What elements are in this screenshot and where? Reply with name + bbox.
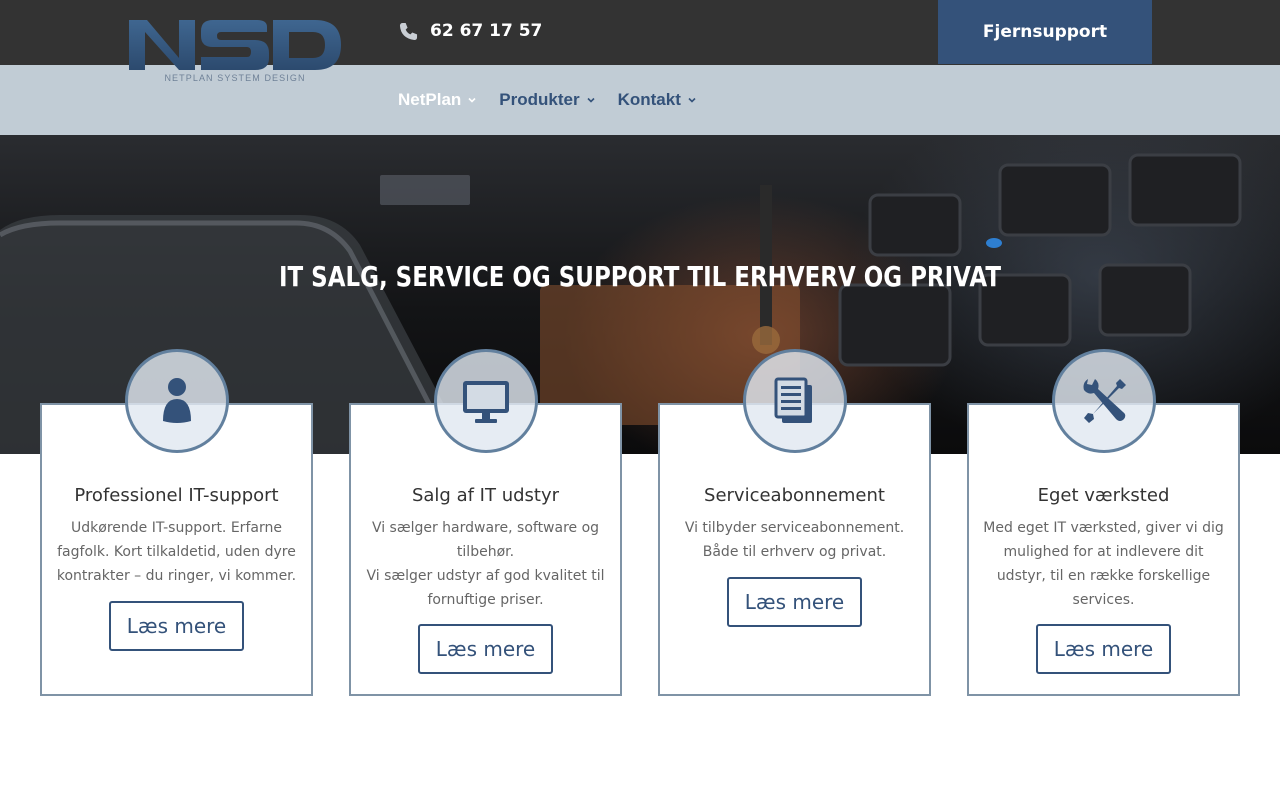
card-description: Udkørende IT-support. Erfarne fagfolk. K… — [56, 516, 297, 588]
read-more-button[interactable]: Læs mere — [1036, 624, 1171, 674]
nsd-logo[interactable]: NETPLAN SYSTEM DESIGN — [127, 18, 343, 84]
menu-item-produkter[interactable]: Produkter — [499, 90, 595, 110]
card-title: Eget værksted — [1037, 485, 1170, 506]
phone-icon — [399, 22, 418, 40]
main-menu: NetPlan Produkter Kontakt — [398, 88, 697, 112]
menu-item-label: NetPlan — [398, 90, 462, 109]
card-description: Vi tilbyder serviceabonnement. Både til … — [674, 516, 915, 564]
remote-support-button[interactable]: Fjernsupport — [938, 0, 1152, 64]
card-title: Professionel IT-support — [74, 485, 279, 506]
menu-item-label: Kontakt — [617, 90, 681, 109]
menu-item-kontakt[interactable]: Kontakt — [618, 90, 697, 110]
card-icon-badge — [1052, 349, 1156, 453]
tools-icon — [1083, 379, 1126, 423]
phone-number[interactable]: 62 67 17 57 — [430, 21, 542, 41]
monitor-icon — [463, 381, 509, 423]
read-more-button[interactable]: Læs mere — [727, 577, 862, 627]
read-more-button[interactable]: Læs mere — [418, 624, 553, 674]
menu-item-label: Produkter — [499, 90, 580, 109]
person-icon — [163, 378, 191, 423]
card-text-line: Vi tilbyder serviceabonnement. Både til … — [684, 520, 905, 560]
read-more-button[interactable]: Læs mere — [109, 601, 244, 651]
phone-contact[interactable]: 62 67 17 57 — [399, 20, 542, 42]
hero-title: IT SALG, SERVICE OG SUPPORT TIL ERHVERV … — [278, 260, 1002, 293]
documents-icon — [774, 377, 812, 423]
card-title: Serviceabonnement — [704, 485, 885, 506]
card-text-line: Med eget IT værksted, giver vi dig mulig… — [983, 520, 1224, 608]
card-title: Salg af IT udstyr — [411, 485, 560, 506]
card-text-line: Vi sælger hardware, software og tilbehør… — [371, 520, 600, 560]
chevron-down-icon — [468, 97, 476, 103]
svg-text:NETPLAN SYSTEM DESIGN: NETPLAN SYSTEM DESIGN — [164, 73, 305, 83]
card-icon-badge — [434, 349, 538, 453]
menu-item-netplan[interactable]: NetPlan — [398, 90, 477, 110]
card-text-line: Udkørende IT-support. Erfarne fagfolk. K… — [56, 520, 297, 584]
card-description: Med eget IT værksted, giver vi dig mulig… — [983, 516, 1224, 612]
card-description: Vi sælger hardware, software og tilbehør… — [365, 516, 606, 612]
card-icon-badge — [125, 349, 229, 453]
chevron-down-icon — [688, 97, 696, 103]
chevron-down-icon — [587, 97, 595, 103]
card-icon-badge — [743, 349, 847, 453]
card-text-line: Vi sælger udstyr af god kvalitet til for… — [366, 568, 605, 608]
